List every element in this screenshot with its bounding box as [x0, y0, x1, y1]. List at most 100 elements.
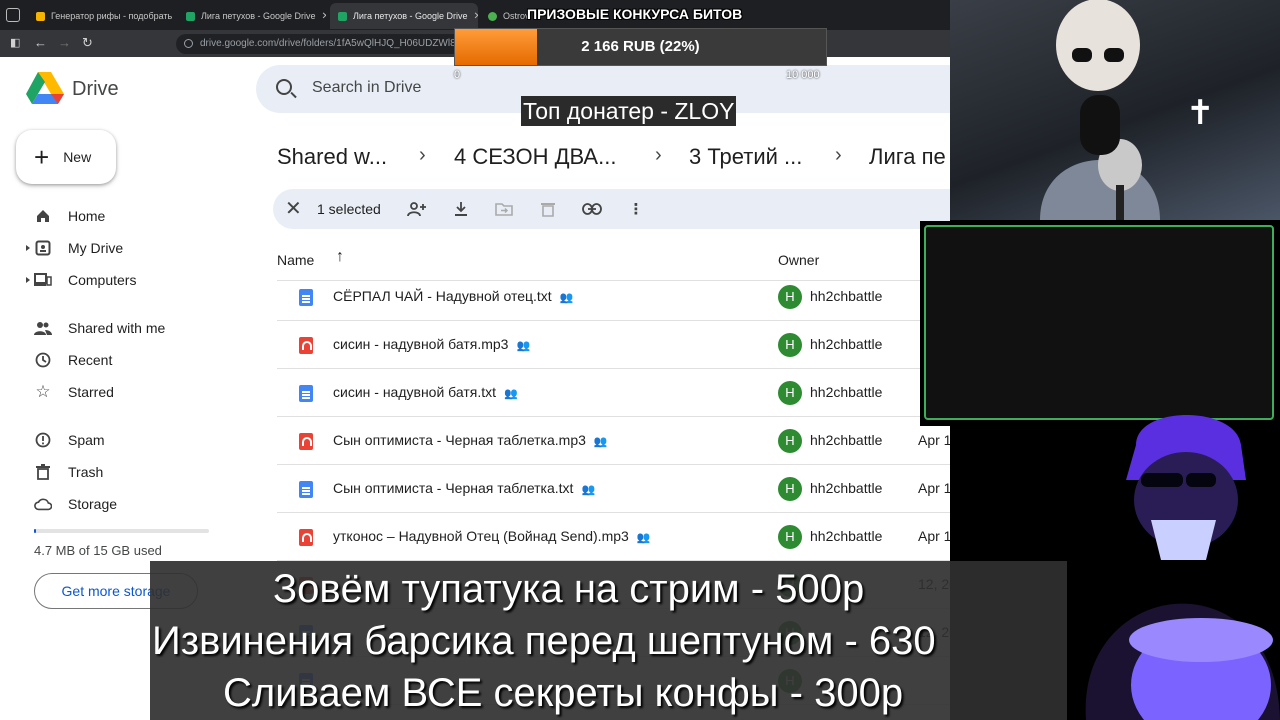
storage-used-text: 4.7 MB of 15 GB used [34, 543, 162, 558]
file-name: СЁРПАЛ ЧАЙ - Надувной отец.txt 👥 [333, 288, 573, 304]
move-folder-icon[interactable] [494, 199, 514, 219]
nav-trash[interactable]: Trash [34, 460, 103, 484]
nav-label: Trash [68, 464, 104, 480]
share-add-person-icon[interactable] [407, 199, 427, 219]
tab-2[interactable]: Лига петухов - Google Drive ✕ [178, 3, 326, 29]
shared-people-icon: 👥 [593, 436, 608, 448]
donation-goal-line: Извинения барсика перед шептуном - 630 [152, 619, 936, 663]
file-row[interactable]: СЁРПАЛ ЧАЙ - Надувной отец.txt 👥 Hhh2chbat… [277, 273, 950, 321]
expand-caret-icon[interactable] [26, 277, 30, 283]
shared-people-icon: 👥 [516, 340, 531, 352]
file-row[interactable]: утконос – Надувной Отец (Войнад Send).mp… [277, 513, 950, 561]
breadcrumb-item[interactable]: 3 Третий ... [689, 144, 802, 170]
sort-arrow-up-icon[interactable]: ↑ [336, 248, 344, 266]
file-name-text: Сын оптимиста - Черная таблетка.txt [333, 480, 574, 496]
back-icon[interactable]: ← [34, 36, 47, 50]
donation-goal-line: Зовём тупатука на стрим - 500р [273, 567, 865, 611]
url-text: drive.google.com/drive/folders/1fA5wQlHJ… [200, 38, 476, 49]
file-date: Apr 13, 2026 [918, 480, 950, 496]
drive-favicon-icon [338, 11, 347, 21]
nav-shared-with-me[interactable]: Shared with me [34, 316, 165, 340]
file-row[interactable]: Сын оптимиста - Черная таблетка.txt 👥 Hhh2… [277, 465, 950, 513]
chevron-right-icon: › [419, 144, 426, 166]
file-name: сисин - надувной батя.mp3 👥 [333, 336, 530, 352]
clock-icon [34, 351, 52, 369]
breadcrumb-item[interactable]: 4 СЕЗОН ДВА... [454, 144, 616, 170]
tab-label: Генератор рифы - подобрать [51, 11, 173, 21]
close-tab-icon[interactable]: ✕ [468, 11, 478, 22]
file-name-text: утконос – Надувной Отец (Войнад Send).mp… [333, 528, 629, 544]
nav-spam[interactable]: Spam [34, 428, 105, 452]
download-icon[interactable] [451, 199, 471, 219]
file-name-text: сисин - надувной батя.txt [333, 384, 497, 400]
shared-people-icon: 👥 [636, 532, 651, 544]
donation-goal-line: Сливаем ВСЕ секреты конфы - 300р [223, 671, 904, 715]
webcam-feed-top: ✝ [950, 0, 1280, 220]
breadcrumb-item[interactable]: Shared w... [277, 144, 387, 170]
file-row[interactable]: сисин - надувной батя.txt 👥 Hhh2chbattle [277, 369, 950, 417]
storage-usage-fill [34, 529, 36, 533]
nav-starred[interactable]: ☆ Starred [34, 380, 114, 404]
computers-icon [34, 271, 52, 289]
tab-3-active[interactable]: Лига петухов - Google Drive ✕ [330, 3, 478, 29]
nav-label: Starred [68, 384, 114, 400]
owner-name: hh2chbattle [810, 384, 883, 400]
forward-icon[interactable]: → [58, 36, 71, 50]
cross-icon: ✝ [1186, 94, 1215, 132]
shared-people-icon: 👥 [559, 292, 574, 304]
breadcrumb-item-current[interactable]: Лига пе [869, 144, 946, 170]
doc-file-icon [299, 481, 313, 498]
tab-search-icon[interactable] [6, 8, 20, 22]
clear-selection-icon[interactable]: ✕ [285, 197, 302, 221]
nav-label: Shared with me [68, 320, 166, 336]
close-tab-icon[interactable]: ✕ [316, 11, 326, 22]
chevron-right-icon: › [835, 144, 842, 166]
empty-overlay-frame [924, 225, 1274, 420]
tab-label: Ostrov [503, 11, 530, 21]
breadcrumb: Shared w... › 4 СЕЗОН ДВА... › 3 Третий … [277, 140, 950, 176]
owner-name: hh2chbattle [810, 288, 883, 304]
file-row[interactable]: сисин - надувной батя.mp3 👥 Hhh2chbattle [277, 321, 950, 369]
file-date: Apr 13, 2026 [918, 432, 950, 448]
chevron-right-icon: › [655, 144, 662, 166]
column-header-owner[interactable]: Owner [778, 252, 819, 268]
delete-icon[interactable] [538, 199, 558, 219]
site-info-icon[interactable] [184, 39, 193, 48]
file-name-text: Сын оптимиста - Черная таблетка.mp3 [333, 432, 586, 448]
copy-link-icon[interactable] [582, 199, 602, 219]
audio-file-icon [299, 433, 313, 450]
my-drive-icon [34, 239, 52, 257]
shared-icon [34, 319, 52, 337]
expand-caret-icon[interactable] [26, 245, 30, 251]
nav-computers[interactable]: Computers [34, 268, 136, 292]
tab-label: Лига петухов - Google Drive [201, 11, 316, 21]
nav-my-drive[interactable]: My Drive [34, 236, 123, 260]
owner-name: hh2chbattle [810, 528, 883, 544]
nav-recent[interactable]: Recent [34, 348, 112, 372]
location-favicon-icon [488, 11, 497, 21]
search-input[interactable]: Search in Drive [312, 79, 421, 97]
address-bar[interactable]: drive.google.com/drive/folders/1fA5wQlHJ… [176, 34, 476, 54]
donation-progress-text: 2 166 RUB (22%) [581, 38, 700, 55]
contest-title: ПРИЗОВЫЕ КОНКУРСА БИТОВ [527, 6, 743, 22]
more-actions-icon[interactable]: ⋮ [626, 199, 646, 219]
new-button[interactable]: + New [16, 130, 116, 184]
sidebar-toggle-icon[interactable]: ◧ [10, 36, 20, 50]
tab-1[interactable]: Генератор рифы - подобрать ✕ [28, 3, 176, 29]
column-header-name[interactable]: Name [277, 252, 314, 268]
file-row[interactable]: Сын оптимиста - Черная таблетка.mp3 👥 Hhh2… [277, 417, 950, 465]
nav-home[interactable]: Home [34, 204, 105, 228]
search-icon[interactable] [276, 79, 292, 95]
selection-toolbar: ✕ 1 selected ⋮ [273, 189, 950, 229]
file-name: утконос – Надувной Отец (Войнад Send).mp… [333, 528, 651, 544]
file-name-text: СЁРПАЛ ЧАЙ - Надувной отец.txt [333, 288, 552, 304]
tab-label: Лига петухов - Google Drive [353, 11, 468, 21]
reload-icon[interactable]: ↻ [82, 36, 93, 50]
close-tab-icon[interactable]: ✕ [172, 11, 176, 22]
home-icon [34, 207, 52, 225]
favicon-icon [36, 11, 45, 21]
drive-logo-icon[interactable] [26, 71, 64, 105]
nav-storage[interactable]: Storage [34, 492, 117, 516]
cloud-icon [34, 495, 52, 513]
spam-icon [34, 431, 52, 449]
